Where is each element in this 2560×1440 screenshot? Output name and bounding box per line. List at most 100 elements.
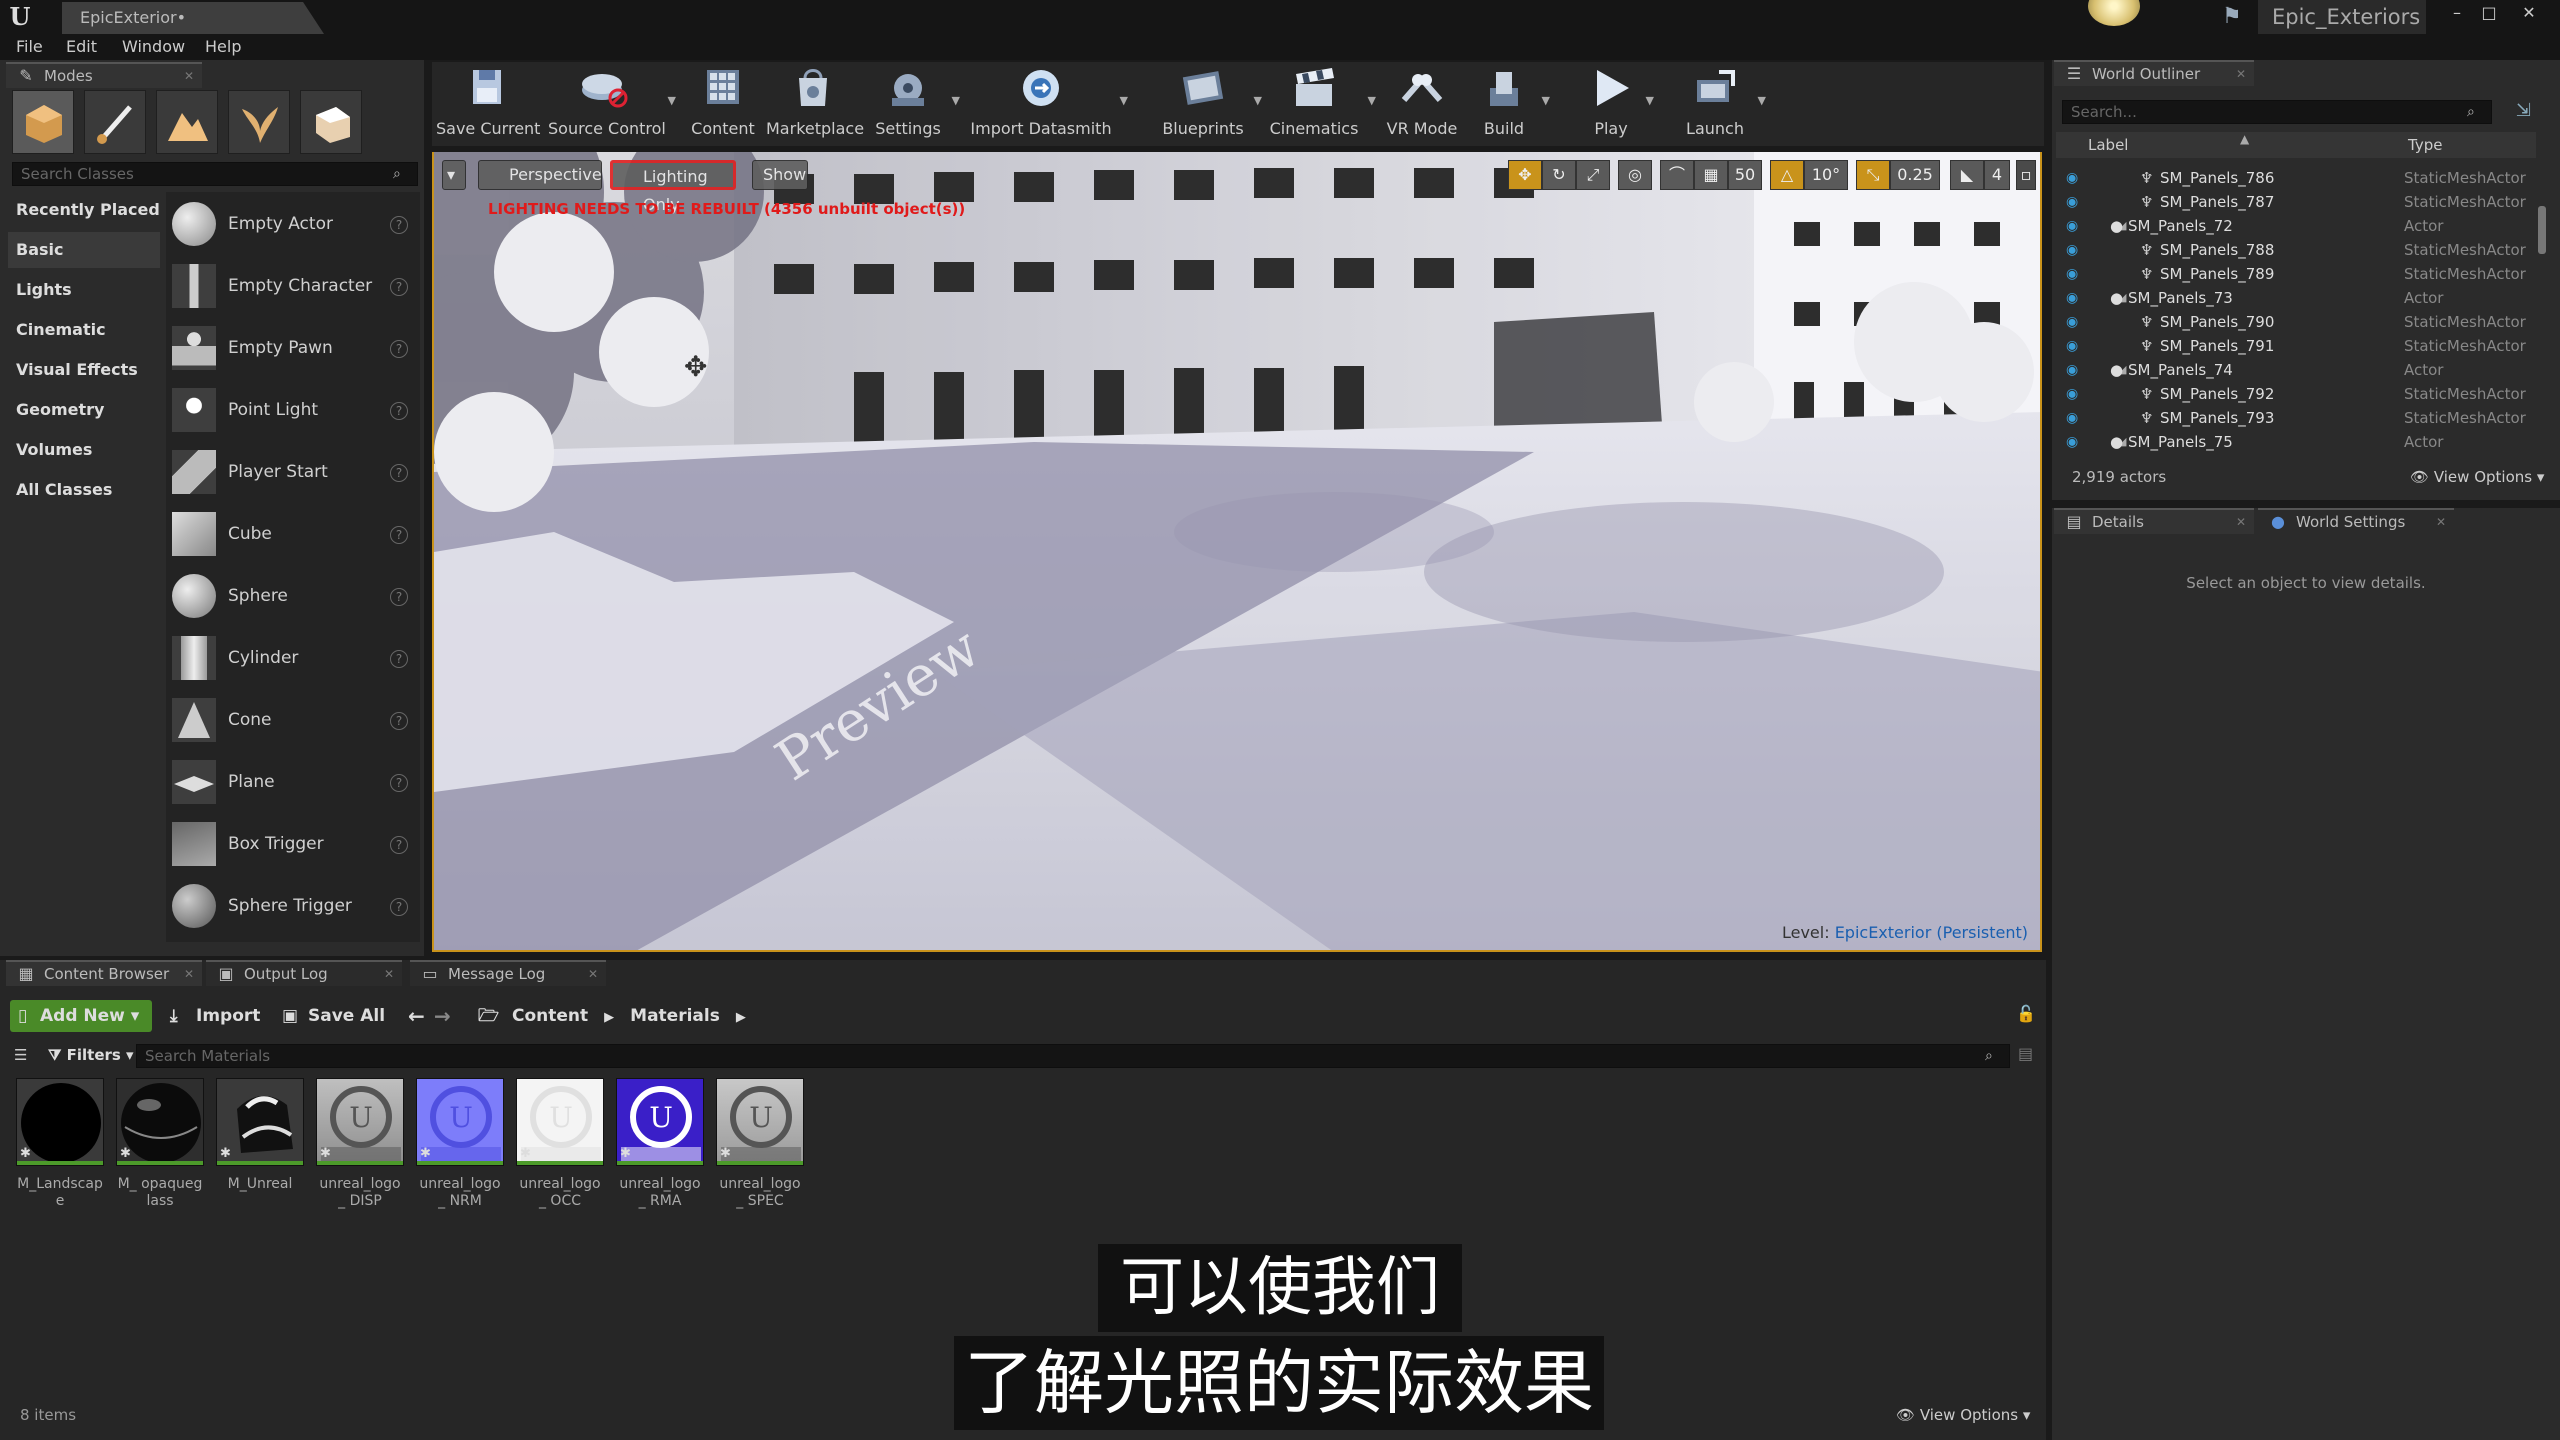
search-icon[interactable]: ⌕ [393, 165, 411, 183]
help-icon[interactable]: ? [390, 836, 408, 854]
close-icon[interactable]: ✕ [384, 962, 394, 986]
maximize-button[interactable]: □ [2472, 2, 2506, 24]
breadcrumb-content[interactable]: Content [512, 1006, 588, 1026]
import-datasmith-button[interactable]: Import Datasmith ▼ [970, 62, 1128, 142]
help-icon[interactable]: ? [390, 774, 408, 792]
visibility-eye-icon[interactable]: ◉ [2066, 166, 2078, 190]
surface-snap-icon[interactable]: ⌒ [1660, 160, 1694, 190]
category-all-classes[interactable]: All Classes [8, 472, 160, 508]
visibility-eye-icon[interactable]: ◉ [2066, 310, 2078, 334]
landscape-mode-button[interactable] [156, 90, 218, 154]
outliner-row[interactable]: ◉ ♆ SM_Panels_793 StaticMeshActor [2056, 406, 2536, 430]
help-icon[interactable]: ? [390, 464, 408, 482]
class-cone[interactable]: Cone? [166, 688, 420, 750]
visibility-eye-icon[interactable]: ◉ [2066, 286, 2078, 310]
camera-speed-value[interactable]: 4 [1984, 160, 2010, 190]
class-plane[interactable]: Plane? [166, 750, 420, 812]
lighting-only-button[interactable]: Lighting Only [610, 160, 736, 214]
tab-content-browser[interactable]: ▦ Content Browser ✕ [6, 960, 202, 986]
marketplace-button[interactable]: Marketplace [766, 62, 864, 142]
outliner-search-input[interactable]: Search... ⌕ [2062, 100, 2492, 124]
visibility-eye-icon[interactable]: ◉ [2066, 214, 2078, 238]
asset-tile[interactable]: U ✱ unreal_logo_ SPEC [716, 1078, 804, 1210]
dropdown-icon[interactable]: ▼ [1542, 94, 1550, 107]
visibility-eye-icon[interactable]: ◉ [2066, 430, 2078, 454]
perspective-button[interactable]: Perspective [478, 160, 602, 190]
close-icon[interactable]: ✕ [2236, 510, 2246, 534]
maximize-viewport-icon[interactable]: ▫ [2016, 160, 2036, 190]
asset-tile[interactable]: U ✱ unreal_logo_ NRM [416, 1078, 504, 1210]
tab-world-outliner[interactable]: ☰ World Outliner ✕ [2054, 60, 2254, 86]
save-search-icon[interactable]: ▤ [2018, 1044, 2033, 1063]
rotation-snap-value[interactable]: 10° [1804, 160, 1848, 190]
add-new-button[interactable]: ▯ Add New ▾ [10, 1000, 152, 1032]
class-sphere-trigger[interactable]: Sphere Trigger? [166, 874, 420, 936]
show-button[interactable]: Show [752, 160, 808, 190]
outliner-row[interactable]: ◉ ◢ ● SM_Panels_74 Actor [2056, 358, 2536, 382]
close-icon[interactable]: ✕ [2236, 62, 2246, 86]
category-basic[interactable]: Basic [8, 232, 160, 268]
world-space-icon[interactable]: ◎ [1618, 160, 1652, 190]
class-box-trigger[interactable]: Box Trigger? [166, 812, 420, 874]
asset-tile[interactable]: ✱ M_Landscape [16, 1078, 104, 1210]
class-cylinder[interactable]: Cylinder? [166, 626, 420, 688]
settings-button[interactable]: Settings ▼ [872, 62, 960, 142]
scale-snap-value[interactable]: 0.25 [1890, 160, 1940, 190]
category-lights[interactable]: Lights [8, 272, 160, 308]
outliner-row[interactable]: ◉ ♆ SM_Panels_791 StaticMeshActor [2056, 334, 2536, 358]
search-icon[interactable]: ⌕ [2467, 103, 2485, 121]
pin-icon[interactable]: ⇲ [2516, 100, 2531, 121]
camera-speed-icon[interactable]: ◣ [1950, 160, 1984, 190]
close-icon[interactable]: ✕ [2436, 510, 2446, 534]
minimize-button[interactable]: – [2440, 2, 2474, 24]
filters-button[interactable]: ⧩ Filters ▾ [48, 1046, 134, 1064]
help-icon[interactable]: ? [390, 216, 408, 234]
visibility-eye-icon[interactable]: ◉ [2066, 382, 2078, 406]
help-icon[interactable]: ? [390, 712, 408, 730]
play-button[interactable]: Play ▼ [1584, 62, 1654, 142]
search-materials-input[interactable]: Search Materials ⌕ [136, 1044, 2010, 1068]
class-cube[interactable]: Cube? [166, 502, 420, 564]
search-classes-input[interactable]: Search Classes ⌕ [12, 162, 418, 186]
outliner-row[interactable]: ◉ ◢ ● SM_Panels_73 Actor [2056, 286, 2536, 310]
close-icon[interactable]: ✕ [184, 962, 194, 986]
search-icon[interactable]: ⌕ [1985, 1047, 2003, 1065]
rotation-snap-icon[interactable]: △ [1770, 160, 1804, 190]
dropdown-icon[interactable]: ▼ [668, 94, 676, 107]
dropdown-icon[interactable]: ▼ [1758, 94, 1766, 107]
category-geometry[interactable]: Geometry [8, 392, 160, 428]
asset-tile[interactable]: U ✱ unreal_logo_ RMA [616, 1078, 704, 1210]
asset-tile[interactable]: ✱ M_Unreal [216, 1078, 304, 1193]
build-button[interactable]: Build ▼ [1474, 62, 1550, 142]
level-viewport[interactable]: Preview ✥ ▾ Perspective Lighting Only Sh… [432, 152, 2042, 952]
dropdown-icon[interactable]: ▼ [952, 94, 960, 107]
content-button[interactable]: Content [688, 62, 758, 142]
category-visual-effects[interactable]: Visual Effects [8, 352, 160, 388]
foliage-mode-button[interactable] [228, 90, 290, 154]
dropdown-icon[interactable]: ▼ [1120, 94, 1128, 107]
dropdown-icon[interactable]: ▼ [1368, 94, 1376, 107]
back-button[interactable]: ← [408, 1000, 425, 1032]
scale-tool-icon[interactable]: ⤢ [1576, 160, 1610, 190]
visibility-eye-icon[interactable]: ◉ [2066, 406, 2078, 430]
menu-file[interactable]: File [16, 34, 43, 60]
lock-icon[interactable]: 🔓 [2016, 1004, 2036, 1023]
translate-tool-icon[interactable]: ✥ [1508, 160, 1542, 190]
rotate-tool-icon[interactable]: ↻ [1542, 160, 1576, 190]
category-recently-placed[interactable]: Recently Placed [8, 192, 160, 228]
grid-snap-value[interactable]: 50 [1728, 160, 1762, 190]
class-sphere[interactable]: Sphere? [166, 564, 420, 626]
vr-mode-button[interactable]: VR Mode [1384, 62, 1460, 142]
help-icon[interactable]: ? [390, 650, 408, 668]
menu-window[interactable]: Window [122, 34, 185, 60]
visibility-eye-icon[interactable]: ◉ [2066, 262, 2078, 286]
tab-details[interactable]: ▤ Details ✕ [2054, 508, 2254, 534]
tab-message-log[interactable]: ▭ Message Log ✕ [410, 960, 606, 986]
grid-snap-icon[interactable]: ▦ [1694, 160, 1728, 190]
outliner-view-options[interactable]: 👁 View Options ▾ [2410, 468, 2544, 486]
visibility-eye-icon[interactable]: ◉ [2066, 190, 2078, 214]
place-mode-button[interactable] [12, 90, 74, 154]
category-volumes[interactable]: Volumes [8, 432, 160, 468]
paint-mode-button[interactable] [84, 90, 146, 154]
outliner-scrollbar[interactable] [2538, 206, 2546, 254]
